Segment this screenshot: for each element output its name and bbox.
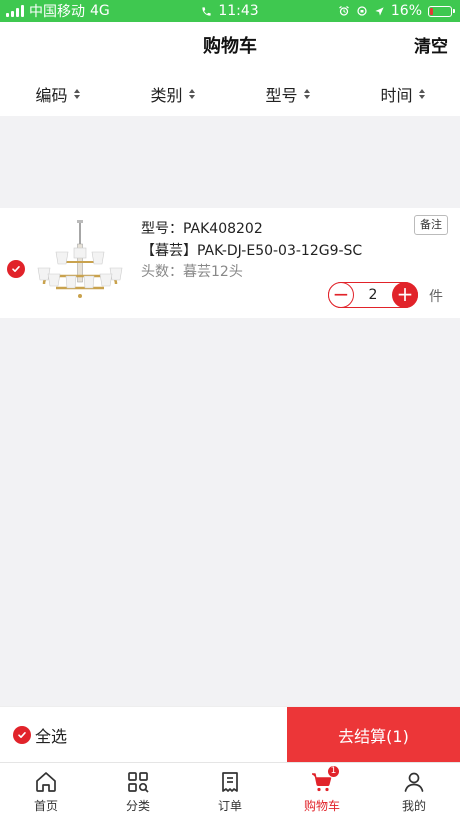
sort-label: 编码 [35, 86, 68, 105]
quantity-unit: 件 [429, 289, 443, 305]
tab-home[interactable]: 首页 [0, 763, 92, 818]
clock-label: 11:43 [218, 3, 259, 19]
sort-label: 类别 [150, 86, 183, 105]
sort-by-code[interactable]: 编码 [0, 72, 115, 116]
select-all-toggle[interactable]: 全选 [13, 707, 67, 763]
product-image[interactable] [30, 218, 130, 306]
cart-item[interactable]: 型号：PAK408202 【暮芸】PAK-DJ-E50-03-12G9-SC 头… [0, 208, 460, 318]
tab-label: 订单 [217, 799, 242, 813]
cart-count-badge: 1 [327, 765, 340, 778]
decrease-quantity-button[interactable]: − [328, 282, 354, 308]
sort-arrows-icon [418, 89, 425, 99]
sort-arrows-icon [188, 89, 195, 99]
sort-arrows-icon [303, 89, 310, 99]
tab-cart[interactable]: 1 购物车 [276, 763, 368, 818]
battery-percent: 16% [390, 3, 422, 19]
tab-bar: 首页 分类 订单 1 购物车 我的 [0, 762, 460, 818]
sort-bar: 编码 类别 型号 时间 [0, 72, 460, 116]
sort-label: 型号 [265, 86, 298, 105]
tab-label: 分类 [125, 799, 150, 813]
phone-icon [202, 6, 211, 16]
order-icon [222, 772, 238, 792]
tab-label: 我的 [401, 799, 426, 813]
item-model: 型号：PAK408202 [141, 221, 263, 237]
checkmark-icon [18, 732, 26, 738]
category-icon [128, 772, 149, 793]
item-heads: 头数：暮芸12头 [141, 264, 243, 280]
note-button[interactable]: 备注 [414, 215, 448, 235]
location-icon [375, 6, 384, 16]
quantity-stepper: − 2 + [328, 282, 418, 308]
home-icon [36, 772, 56, 792]
checkout-bar: 全选 去结算(1) [0, 706, 460, 763]
select-all-label: 全选 [35, 727, 68, 746]
page-title: 购物车 [203, 36, 257, 57]
checkmark-icon [12, 266, 20, 272]
checkout-button[interactable]: 去结算(1) [287, 707, 460, 763]
increase-quantity-button[interactable]: + [391, 282, 418, 308]
user-icon [404, 772, 424, 792]
sort-by-model[interactable]: 型号 [230, 72, 345, 116]
sort-by-category[interactable]: 类别 [115, 72, 230, 116]
clear-cart-button[interactable]: 清空 [414, 22, 448, 72]
battery-icon [428, 5, 455, 17]
status-right: 16% [338, 0, 455, 22]
tab-orders[interactable]: 订单 [184, 763, 276, 818]
tab-category[interactable]: 分类 [92, 763, 184, 818]
nav-bar: 购物车 清空 [0, 22, 460, 72]
tab-profile[interactable]: 我的 [368, 763, 460, 818]
item-checkbox[interactable] [7, 260, 25, 278]
sort-arrows-icon [73, 89, 80, 99]
tab-label: 首页 [33, 799, 58, 813]
select-all-checkbox[interactable] [13, 726, 31, 744]
status-bar: 中国移动 4G 11:43 16% [0, 0, 460, 22]
battery-fill [430, 7, 433, 15]
cart-icon-wrap: 1 [310, 765, 340, 794]
tab-label: 购物车 [303, 799, 340, 813]
rotation-lock-icon [357, 6, 367, 16]
quantity-value[interactable]: 2 [369, 287, 378, 303]
sort-by-time[interactable]: 时间 [345, 72, 460, 116]
item-name: 【暮芸】PAK-DJ-E50-03-12G9-SC [141, 243, 363, 259]
sort-label: 时间 [380, 86, 413, 105]
alarm-icon [339, 6, 349, 16]
